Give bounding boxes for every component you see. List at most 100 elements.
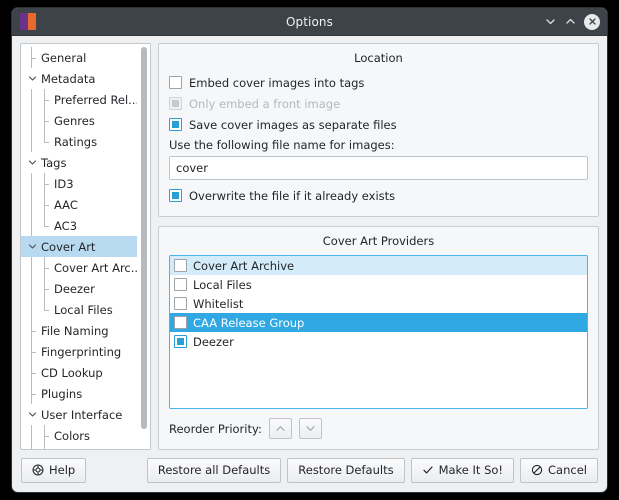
- overwrite-file-checkbox-row[interactable]: Overwrite the file if it already exists: [169, 185, 588, 206]
- tree-branch-line: [39, 110, 52, 131]
- reorder-priority-label: Reorder Priority:: [169, 421, 262, 436]
- tree-branch-line: [26, 341, 39, 362]
- block-icon: [531, 464, 543, 476]
- image-filename-input[interactable]: [169, 156, 588, 180]
- chevron-down-icon[interactable]: [26, 158, 39, 167]
- sidebar-item-label: AC3: [54, 218, 78, 233]
- sidebar-item-fingerprinting[interactable]: Fingerprinting: [21, 341, 137, 362]
- sidebar-item-local-files[interactable]: Local Files: [21, 299, 137, 320]
- tree-guide-line: [26, 89, 39, 110]
- providers-list[interactable]: Cover Art Archive Local Files Whitelist CAA…: [169, 255, 588, 409]
- sidebar-item-id3[interactable]: ID3: [21, 173, 137, 194]
- sidebar-item-label: Deezer: [54, 281, 95, 296]
- provider-row[interactable]: Deezer: [170, 332, 587, 351]
- provider-row[interactable]: Cover Art Archive: [170, 256, 587, 275]
- maximize-button[interactable]: [561, 12, 580, 31]
- tree-branch-line: [26, 320, 39, 341]
- tree-guide-line: [26, 446, 39, 449]
- save-separate-files-checkbox[interactable]: [169, 118, 182, 131]
- tree-guide-line: [26, 131, 39, 152]
- provider-checkbox[interactable]: [174, 335, 187, 348]
- sidebar-item-label: Colors: [54, 428, 91, 443]
- help-button[interactable]: Help: [21, 457, 87, 483]
- minimize-button[interactable]: [541, 12, 560, 31]
- sidebar-item-user-interface[interactable]: User Interface: [21, 404, 137, 425]
- restore-defaults-button[interactable]: Restore Defaults: [287, 457, 405, 483]
- reorder-priority-row: Reorder Priority:: [169, 418, 588, 439]
- overwrite-file-checkbox[interactable]: [169, 189, 182, 202]
- provider-checkbox[interactable]: [174, 278, 187, 291]
- provider-checkbox[interactable]: [174, 297, 187, 310]
- sidebar-item-cd-lookup[interactable]: CD Lookup: [21, 362, 137, 383]
- provider-row[interactable]: Whitelist: [170, 294, 587, 313]
- sidebar-scrollbar[interactable]: [137, 44, 150, 449]
- sidebar-item-label: CD Lookup: [41, 365, 103, 380]
- restore-all-defaults-button[interactable]: Restore all Defaults: [146, 457, 282, 483]
- title-bar: Options: [12, 8, 607, 36]
- tree-guide-line: [26, 194, 39, 215]
- chevron-down-icon[interactable]: [26, 242, 39, 251]
- chevron-down-icon[interactable]: [26, 74, 39, 83]
- save-separate-files-checkbox-row[interactable]: Save cover images as separate files: [169, 114, 588, 135]
- only-front-image-label: Only embed a front image: [189, 96, 341, 111]
- tree-branch-line: [39, 299, 52, 320]
- provider-checkbox[interactable]: [174, 259, 187, 272]
- restore-defaults-label: Restore Defaults: [298, 463, 394, 477]
- tree-items-container: General Metadata Preferred Rel... Genres Rat…: [21, 44, 137, 449]
- provider-checkbox[interactable]: [174, 316, 187, 329]
- make-it-so-button[interactable]: Make It So!: [410, 457, 515, 483]
- sidebar-item-plugins[interactable]: Plugins: [21, 383, 137, 404]
- tree-guide-line: [26, 299, 39, 320]
- sidebar-scrollbar-thumb[interactable]: [140, 47, 147, 429]
- sidebar-item-deezer[interactable]: Deezer: [21, 278, 137, 299]
- desktop-background: Options General Metadata Preferred Rel... G…: [0, 0, 619, 500]
- sidebar-item-top-tags[interactable]: Top Tags: [21, 446, 137, 449]
- sidebar-item-metadata[interactable]: Metadata: [21, 68, 137, 89]
- sidebar-item-ac3[interactable]: AC3: [21, 215, 137, 236]
- sidebar-item-label: File Naming: [41, 323, 109, 338]
- provider-row[interactable]: Local Files: [170, 275, 587, 294]
- tree-guide-line: [26, 173, 39, 194]
- tree-branch-line: [39, 425, 52, 446]
- filename-field-label: Use the following file name for images:: [169, 138, 395, 152]
- help-lifebuoy-icon: [32, 464, 44, 476]
- close-button[interactable]: [584, 13, 600, 30]
- sidebar-item-ratings[interactable]: Ratings: [21, 131, 137, 152]
- sidebar-item-cover-art-arc[interactable]: Cover Art Arc...: [21, 257, 137, 278]
- sidebar-item-colors[interactable]: Colors: [21, 425, 137, 446]
- sidebar-item-tags[interactable]: Tags: [21, 152, 137, 173]
- tree-branch-line: [39, 257, 52, 278]
- provider-label: Local Files: [193, 277, 252, 292]
- picard-logo-icon: [20, 13, 36, 30]
- sidebar-item-general[interactable]: General: [21, 47, 137, 68]
- sidebar-item-aac[interactable]: AAC: [21, 194, 137, 215]
- tree-branch-line: [39, 173, 52, 194]
- check-icon: [422, 464, 434, 476]
- sidebar-item-label: AAC: [54, 197, 78, 212]
- sidebar-item-cover-art[interactable]: Cover Art: [21, 236, 137, 257]
- window-title: Options: [285, 14, 333, 29]
- tree-branch-line: [26, 383, 39, 404]
- sidebar-item-label: Cover Art: [41, 239, 96, 254]
- embed-cover-images-checkbox-row[interactable]: Embed cover images into tags: [169, 72, 588, 93]
- overwrite-file-label: Overwrite the file if it already exists: [189, 188, 396, 203]
- sidebar-item-preferred-rel[interactable]: Preferred Rel...: [21, 89, 137, 110]
- only-front-image-checkbox: [169, 97, 182, 110]
- sidebar-item-file-naming[interactable]: File Naming: [21, 320, 137, 341]
- location-groupbox: Location Embed cover images into tags On…: [158, 43, 599, 217]
- embed-cover-images-checkbox[interactable]: [169, 76, 182, 89]
- chevron-down-icon[interactable]: [26, 410, 39, 419]
- move-down-button[interactable]: [298, 418, 322, 439]
- cancel-button[interactable]: Cancel: [520, 457, 598, 483]
- move-up-button[interactable]: [268, 418, 292, 439]
- sidebar-item-genres[interactable]: Genres: [21, 110, 137, 131]
- tree-branch-line: [39, 278, 52, 299]
- options-dialog-window: Options General Metadata Preferred Rel... G…: [11, 7, 608, 493]
- only-front-image-checkbox-row: Only embed a front image: [169, 93, 588, 114]
- tree-guide-line: [26, 425, 39, 446]
- provider-row[interactable]: CAA Release Group: [170, 313, 587, 332]
- sidebar-item-label: Local Files: [54, 302, 113, 317]
